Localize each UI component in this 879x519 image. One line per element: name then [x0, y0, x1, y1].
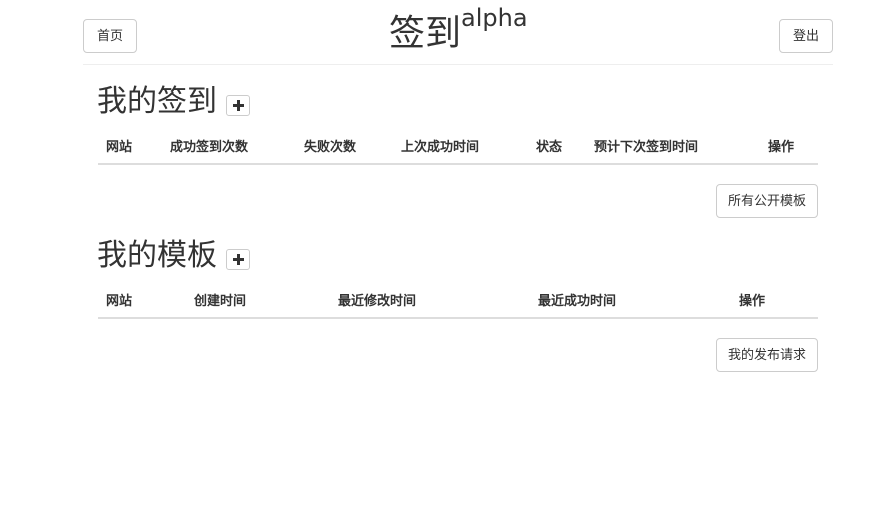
- signins-table: 网站 成功签到次数 失败次数 上次成功时间 状态 预计下次签到时间 操作: [98, 127, 818, 165]
- templates-col-actions: 操作: [731, 281, 818, 319]
- add-signin-button[interactable]: [226, 94, 250, 116]
- signins-col-failures: 失败次数: [296, 127, 393, 165]
- site-title-badge: alpha: [461, 4, 528, 32]
- plus-icon: [232, 253, 244, 265]
- logout-button[interactable]: 登出: [779, 19, 833, 53]
- plus-icon: [232, 99, 244, 111]
- my-publish-requests-button[interactable]: 我的发布请求: [715, 338, 818, 372]
- signins-section-title: 我的签到: [97, 84, 250, 120]
- home-button[interactable]: 首页: [83, 19, 137, 53]
- signins-col-status: 状态: [528, 127, 586, 165]
- templates-header-row: 网站 创建时间 最近修改时间 最近成功时间 操作: [98, 281, 818, 319]
- site-title-text: 签到: [389, 13, 462, 54]
- templates-table: 网站 创建时间 最近修改时间 最近成功时间 操作: [98, 281, 818, 319]
- templates-section-title: 我的模板: [97, 238, 250, 274]
- templates-col-last-success: 最近成功时间: [530, 281, 731, 319]
- add-template-button[interactable]: [226, 248, 250, 270]
- templates-col-modified: 最近修改时间: [330, 281, 530, 319]
- signins-col-success: 成功签到次数: [162, 127, 296, 165]
- templates-title-text: 我的模板: [97, 238, 217, 273]
- templates-col-created: 创建时间: [186, 281, 330, 319]
- site-title: 签到alpha: [389, 6, 528, 58]
- signins-col-next: 预计下次签到时间: [586, 127, 760, 165]
- templates-col-site: 网站: [98, 281, 186, 319]
- signins-col-last-success: 上次成功时间: [393, 127, 528, 165]
- signins-title-text: 我的签到: [97, 84, 217, 119]
- signins-header-row: 网站 成功签到次数 失败次数 上次成功时间 状态 预计下次签到时间 操作: [98, 127, 818, 165]
- signins-col-site: 网站: [98, 127, 162, 165]
- signins-col-actions: 操作: [760, 127, 818, 165]
- public-templates-button[interactable]: 所有公开模板: [715, 184, 818, 218]
- page: 首页 签到alpha 登出 我的签到 网站 成功签到次数 失败次数 上次成功时间…: [0, 0, 879, 519]
- top-header: 首页 签到alpha 登出: [83, 6, 833, 65]
